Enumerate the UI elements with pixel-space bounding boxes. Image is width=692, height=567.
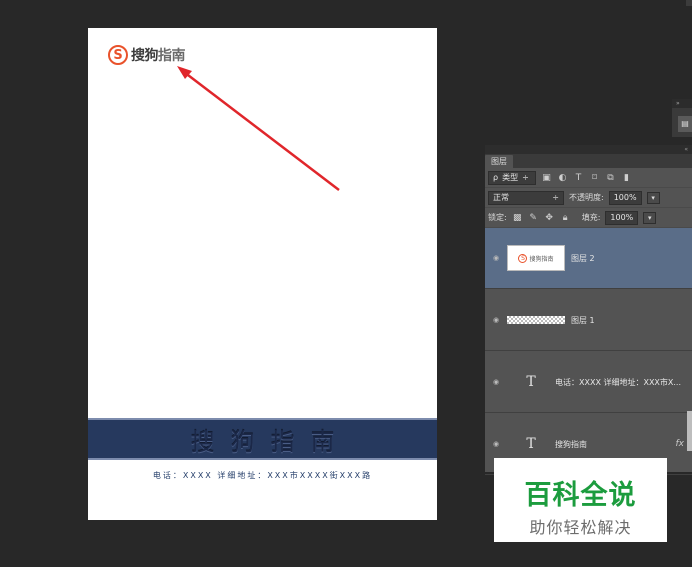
type-filter-icon[interactable]: T [573, 173, 584, 183]
fill-dropdown-icon[interactable]: ▾ [643, 211, 657, 224]
opacity-input[interactable]: 100% [608, 190, 642, 205]
visibility-eye-icon[interactable]: ◉ [485, 440, 507, 448]
opacity-dropdown-icon[interactable]: ▾ [646, 191, 660, 204]
blend-mode-select[interactable]: 正常 ÷ [488, 190, 564, 205]
lock-row: 锁定: ▩ ✎ ✥ 🔒︎ 填充: 100% ▾ [485, 208, 692, 228]
lock-transparent-icon[interactable]: ▩ [512, 213, 523, 223]
blend-mode-value: 正常 [493, 192, 509, 202]
panel-tab-bar: 图层 [485, 154, 692, 168]
layer-name: 图层 2 [571, 253, 595, 263]
fill-input[interactable]: 100% [605, 210, 639, 225]
lock-move-icon[interactable]: ✥ [544, 213, 555, 223]
filter-toggle-icon[interactable]: ▮ [621, 173, 632, 183]
thumb-logo-text: 搜狗指南 [529, 255, 554, 263]
layers-scrollbar[interactable] [687, 411, 692, 451]
lock-label: 锁定: [488, 213, 507, 222]
watermark-badge: 百科全说 助你轻松解决 [494, 458, 667, 542]
tab-layers[interactable]: 图层 [485, 155, 513, 168]
fill-label: 填充: [581, 213, 601, 222]
watermark-subtitle: 助你轻松解决 [529, 518, 632, 537]
chevron-down-icon: ÷ [522, 172, 529, 182]
layer-effects-icon[interactable]: fx [676, 439, 685, 449]
text-layer-icon: T [526, 374, 536, 390]
layer-row-layer2[interactable]: ◉ S 搜狗指南 图层 2 [485, 228, 692, 289]
lock-all-icon[interactable]: 🔒︎ [560, 213, 571, 223]
panel-grip[interactable]: « [485, 145, 692, 154]
banner: 搜狗指南 [88, 418, 437, 460]
filter-type-label: 类型 [502, 172, 519, 182]
layer-name: 图层 1 [571, 315, 595, 325]
visibility-eye-icon[interactable]: ◉ [485, 316, 507, 324]
adjustment-filter-icon[interactable]: ◐ [557, 173, 568, 183]
filter-row: ρ 类型 ÷ ▣ ◐ T ⌑ ⧉ ▮ [485, 168, 692, 188]
layer-row-layer1[interactable]: ◉ 图层 1 [485, 290, 692, 351]
annotation-arrow-icon [177, 66, 340, 191]
opacity-label: 不透明度: [569, 193, 604, 202]
dock-grip[interactable]: » [672, 99, 692, 108]
layer-name: 电话：XXXX 详细地址：XXX市X... [555, 377, 682, 387]
thumb-logo-icon: S [518, 253, 528, 263]
panel-edge [686, 0, 692, 6]
blend-row: 正常 ÷ 不透明度: 100% ▾ [485, 188, 692, 208]
footer-contact-text: 电话：XXXX 详细地址：XXX市XXXX街XXX路 [152, 471, 373, 480]
visibility-eye-icon[interactable]: ◉ [485, 254, 507, 262]
lock-paint-icon[interactable]: ✎ [528, 213, 539, 223]
layer-thumbnail: S 搜狗指南 [507, 245, 565, 271]
layer-filter-select[interactable]: ρ 类型 ÷ [488, 170, 536, 185]
shape-filter-icon[interactable]: ⌑ [589, 173, 600, 183]
layer-name: 搜狗指南 [555, 439, 587, 449]
text-layer-icon: T [526, 436, 536, 452]
layer-row-contact-text[interactable]: ◉ T 电话：XXXX 详细地址：XXX市X... [485, 352, 692, 413]
smart-object-filter-icon[interactable]: ⧉ [605, 173, 616, 183]
search-icon: ρ [493, 172, 499, 182]
chevron-down-icon: ÷ [552, 192, 559, 202]
watermark-title: 百科全说 [524, 480, 637, 511]
visibility-eye-icon[interactable]: ◉ [485, 378, 507, 386]
image-filter-icon[interactable]: ▣ [541, 173, 552, 183]
panel-toggle-icon[interactable]: ▤ [678, 116, 692, 132]
banner-text: 搜狗指南 [190, 427, 351, 456]
layers-panel: « 图层 ρ 类型 ÷ ▣ ◐ T ⌑ ⧉ ▮ 正常 ÷ 不透明度: 100% … [485, 145, 692, 475]
layer-thumbnail [507, 316, 565, 324]
collapsed-panel-dock: » ▤ [672, 99, 692, 137]
document-canvas[interactable]: S 搜狗指南 搜狗指南 电话：XXXX 详细地址：XXX市XXXX街XXX路 [88, 28, 437, 520]
